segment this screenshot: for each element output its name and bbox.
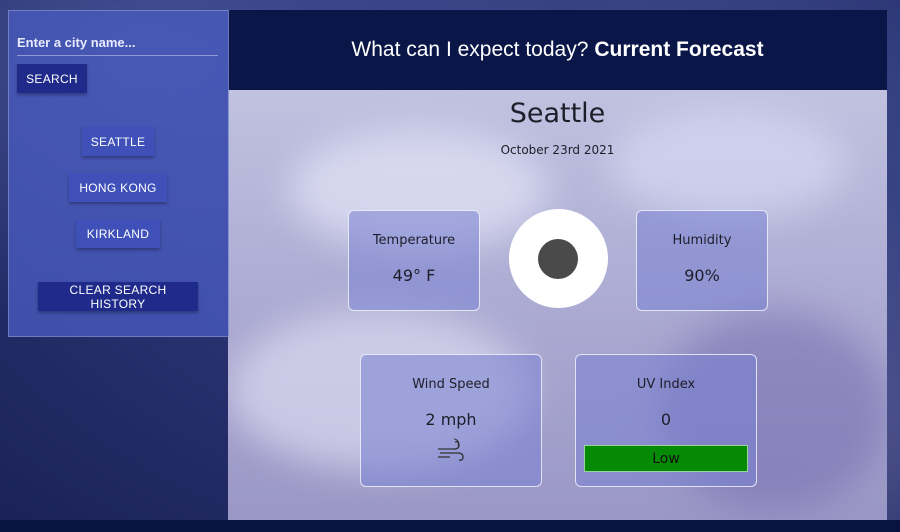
weather-dot-icon — [538, 239, 578, 279]
clear-history-button[interactable]: CLEAR SEARCH HISTORY — [38, 282, 198, 311]
page-title: Current Forecast — [594, 38, 764, 61]
uv-index-value: 0 — [660, 410, 672, 429]
wind-speed-label: Wind Speed — [412, 377, 490, 392]
footer-bar — [0, 520, 900, 532]
search-sidebar: SEARCH SEATTLE HONG KONG KIRKLAND CLEAR … — [8, 10, 229, 337]
city-search-input[interactable] — [17, 29, 218, 56]
history-item-seattle[interactable]: SEATTLE — [82, 127, 154, 156]
uv-index-card: UV Index 0 Low — [575, 354, 757, 487]
moon-circle-icon — [509, 209, 608, 308]
page-header: What can I expect today? Current Forecas… — [228, 10, 887, 90]
uv-level-badge: Low — [584, 445, 748, 472]
wind-icon — [438, 438, 464, 461]
temperature-value: 49° F — [392, 266, 436, 285]
header-prefix: What can I expect today? — [351, 38, 589, 61]
temperature-label: Temperature — [372, 233, 456, 248]
humidity-card: Humidity 90% — [636, 210, 768, 311]
wind-speed-value: 2 mph — [425, 410, 477, 429]
search-button[interactable]: SEARCH — [17, 64, 87, 93]
history-item-hong-kong[interactable]: HONG KONG — [69, 173, 167, 202]
humidity-value: 90% — [684, 266, 720, 285]
uv-index-label: UV Index — [636, 377, 696, 392]
humidity-label: Humidity — [672, 233, 732, 248]
forecast-panel: What can I expect today? Current Forecas… — [228, 10, 887, 520]
wind-speed-card: Wind Speed 2 mph — [360, 354, 542, 487]
temperature-card: Temperature 49° F — [348, 210, 480, 311]
city-name: Seattle — [509, 98, 606, 129]
history-item-kirkland[interactable]: KIRKLAND — [76, 219, 160, 248]
forecast-date: October 23rd 2021 — [500, 143, 615, 157]
